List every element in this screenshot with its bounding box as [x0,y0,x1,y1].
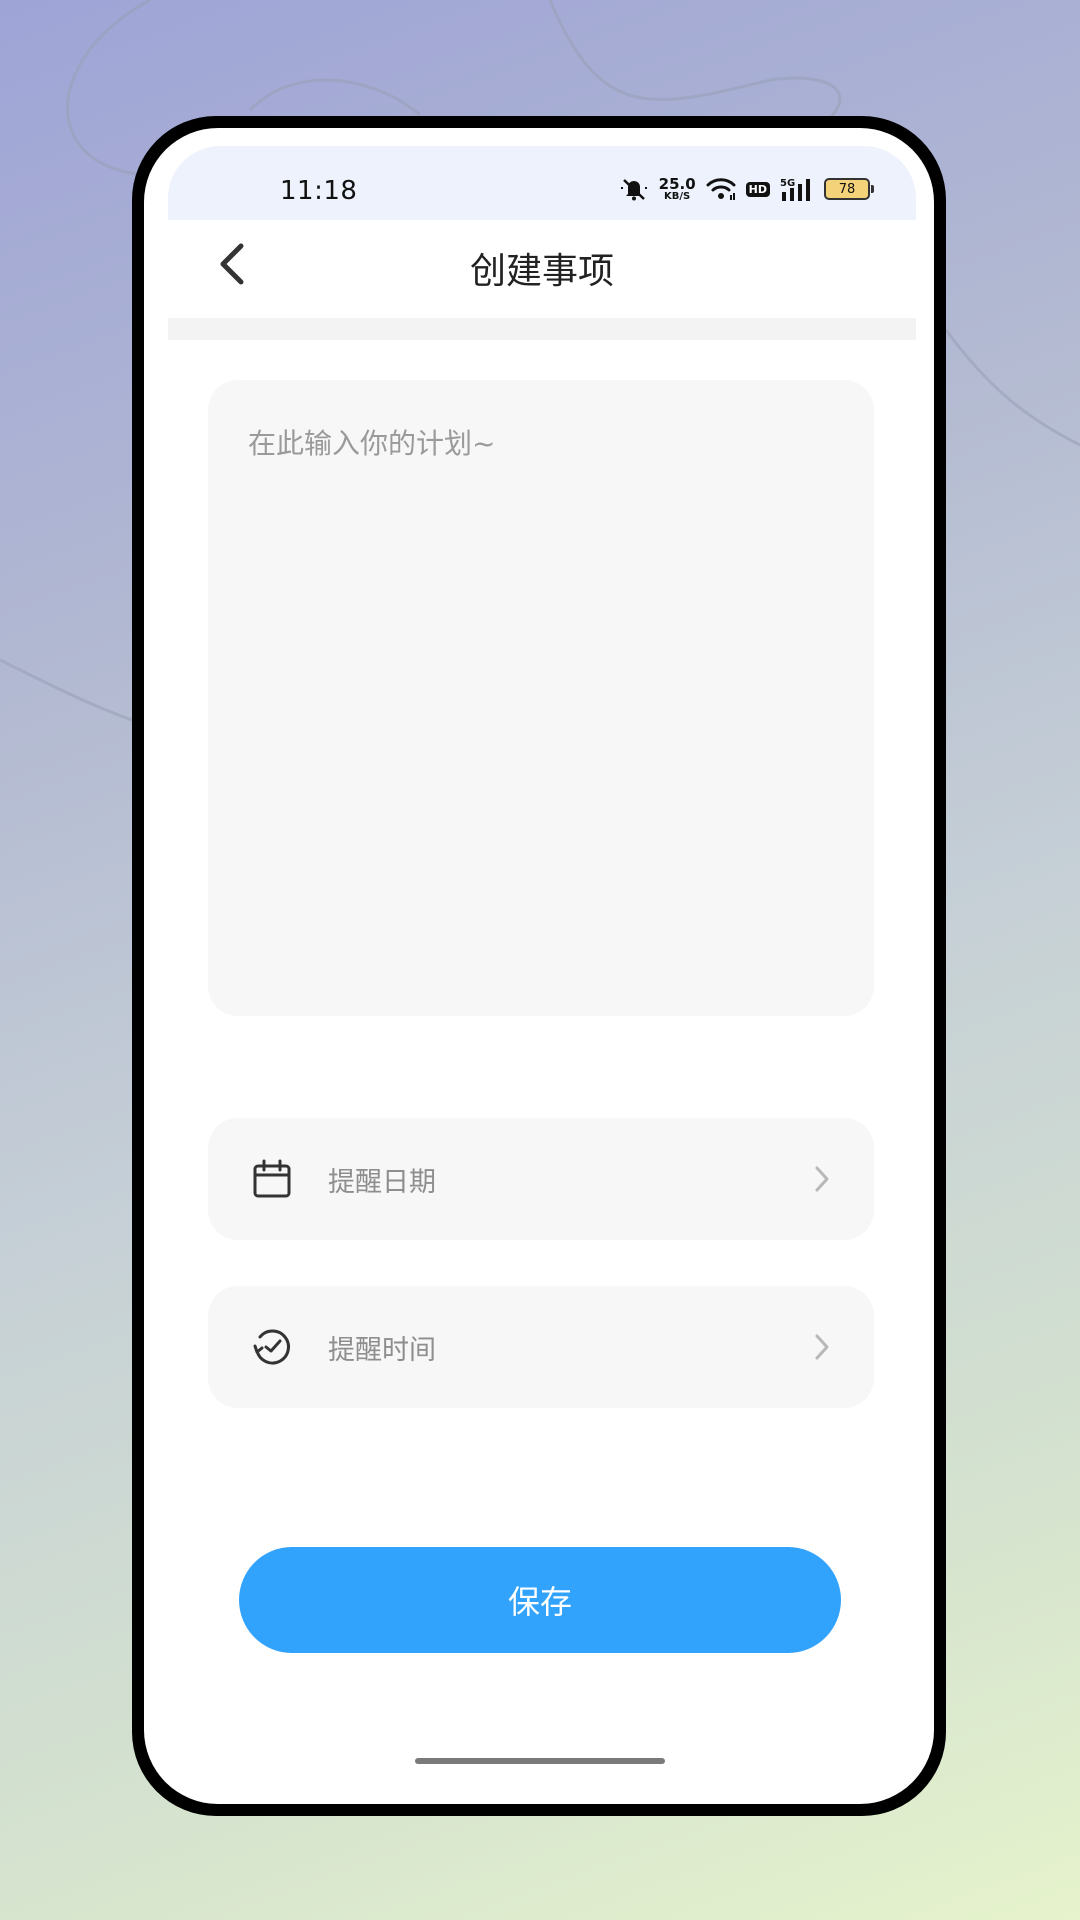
status-bar: 11:18 25.0 KB/S HD 5G 78 [168,146,916,220]
network-speed-value: 25.0 [658,174,696,193]
status-time: 11:18 [280,176,358,206]
mute-icon [619,176,649,202]
signal-icon: 5G [780,176,814,202]
network-speed-unit: KB/S [664,190,691,202]
reminder-time-row[interactable]: 提醒时间 [208,1286,874,1408]
reminder-time-label: 提醒时间 [328,1334,436,1366]
chevron-right-icon [815,1334,829,1360]
phone-frame: 11:18 25.0 KB/S HD 5G 78 创建事项 在此输入你的计划~ … [132,116,946,1816]
phone-screen: 11:18 25.0 KB/S HD 5G 78 创建事项 在此输入你的计划~ … [144,128,934,1804]
status-icons: 25.0 KB/S HD 5G 78 [619,172,874,206]
reminder-date-row[interactable]: 提醒日期 [208,1118,874,1240]
clock-icon [253,1329,290,1365]
hd-icon: HD [745,181,770,197]
header-divider [168,318,916,340]
calendar-icon [253,1159,291,1198]
home-indicator[interactable] [415,1758,665,1764]
wifi-icon [706,177,736,201]
battery-level: 78 [838,181,856,197]
chevron-right-icon [815,1166,829,1192]
header: 创建事项 [168,220,916,318]
page-title: 创建事项 [469,251,614,292]
battery-icon: 78 [824,178,874,200]
network-speed: 25.0 KB/S [658,174,696,202]
network-type-label: 5G [780,178,795,189]
save-button[interactable]: 保存 [239,1547,841,1653]
reminder-date-label: 提醒日期 [328,1166,436,1198]
plan-input[interactable] [208,380,874,1016]
